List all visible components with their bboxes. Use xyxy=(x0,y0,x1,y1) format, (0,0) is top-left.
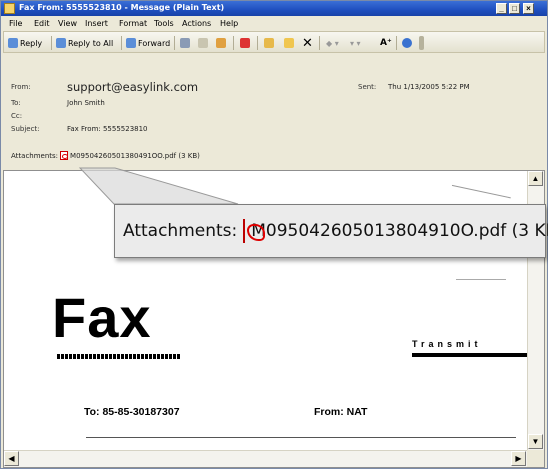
toolbar-options-icon xyxy=(419,36,424,50)
from-value[interactable]: support@easylink.com xyxy=(67,80,198,94)
callout-attachments-label: Attachments: xyxy=(123,221,238,241)
move-button[interactable] xyxy=(216,36,226,50)
folder-icon xyxy=(264,38,274,48)
scroll-left-button[interactable]: ◀ xyxy=(4,451,19,466)
toolbar-separator xyxy=(319,36,320,50)
toolbar-separator xyxy=(51,36,52,50)
pdf-icon xyxy=(243,219,266,243)
subject-value: Fax From: 5555523810 xyxy=(67,125,148,133)
delete-icon: ✕ xyxy=(302,35,313,51)
message-header: From: support@easylink.com Sent: Thu 1/1… xyxy=(3,54,545,170)
print-button[interactable] xyxy=(180,36,190,50)
next-button[interactable]: ▾ ▾ xyxy=(350,36,361,50)
horizontal-scrollbar[interactable]: ◀ ▶ xyxy=(4,450,527,467)
sent-value: Thu 1/13/2005 5:22 PM xyxy=(388,83,470,91)
resize-grip[interactable] xyxy=(527,450,544,467)
help-icon xyxy=(402,38,412,48)
forward-button[interactable]: Forward xyxy=(126,36,170,50)
forward-icon xyxy=(126,38,136,48)
cc-label: Cc: xyxy=(11,112,23,120)
toolbar-separator xyxy=(121,36,122,50)
reply-all-label: Reply to All xyxy=(68,38,114,48)
envelope-icon xyxy=(4,3,15,14)
menu-insert[interactable]: Insert xyxy=(85,19,108,28)
from-label: From: xyxy=(11,83,31,91)
toolbar-separator xyxy=(396,36,397,50)
transmit-underline xyxy=(412,353,544,357)
font-size-icon: A⁺ xyxy=(380,38,392,48)
attachment-link[interactable]: M09504260501380491OO.pdf (3 KB) xyxy=(70,152,200,160)
attachment-zoom-callout: Attachments: M095042605013804910O.pdf (3… xyxy=(114,204,548,258)
title-bar[interactable]: Fax From: 5555523810 - Message (Plain Te… xyxy=(1,1,547,16)
to-value[interactable]: John Smith xyxy=(67,99,105,107)
transmit-heading: Transmit xyxy=(412,339,482,349)
reply-all-button[interactable]: Reply to All xyxy=(56,36,113,50)
flag-icon xyxy=(240,38,250,48)
scroll-right-button[interactable]: ▶ xyxy=(511,451,526,466)
fax-title-underline xyxy=(57,354,181,359)
categories-button[interactable] xyxy=(284,36,294,50)
divider-line xyxy=(86,437,516,438)
menu-edit[interactable]: Edit xyxy=(34,19,50,28)
scroll-up-button[interactable]: ▲ xyxy=(528,171,543,186)
reply-label: Reply xyxy=(20,38,43,48)
attachments-row: Attachments: M09504260501380491OO.pdf (3… xyxy=(11,151,200,160)
attachments-label: Attachments: xyxy=(11,151,59,160)
menu-format[interactable]: Format xyxy=(119,19,147,28)
font-size-button[interactable]: A⁺ xyxy=(380,36,392,50)
handwriting-mark xyxy=(456,279,506,280)
toolbar-separator xyxy=(257,36,258,50)
menu-bar: File Edit View Insert Format Tools Actio… xyxy=(1,17,547,30)
sent-label: Sent: xyxy=(358,83,377,91)
window-title: Fax From: 5555523810 - Message (Plain Te… xyxy=(19,3,225,12)
fax-title: Fax xyxy=(52,286,152,349)
categories-icon xyxy=(284,38,294,48)
subject-label: Subject: xyxy=(11,125,40,133)
copy-button[interactable] xyxy=(198,36,208,50)
toolbar-separator xyxy=(233,36,234,50)
menu-file[interactable]: File xyxy=(9,19,22,28)
toolbar-options-button[interactable] xyxy=(419,36,424,50)
up-arrow-icon: ◆ ▾ xyxy=(326,38,339,48)
callout-attachment-link[interactable]: M095042605013804910O.pdf (3 KB) xyxy=(251,221,548,241)
flag-button[interactable] xyxy=(240,36,250,50)
minimize-button[interactable]: _ xyxy=(496,3,507,14)
pdf-icon xyxy=(60,151,69,160)
menu-help[interactable]: Help xyxy=(220,19,238,28)
menu-tools[interactable]: Tools xyxy=(154,19,174,28)
menu-actions[interactable]: Actions xyxy=(182,19,211,28)
fax-to-line: To: 85-85-30187307 xyxy=(84,406,180,418)
printer-icon xyxy=(180,38,190,48)
to-label: To: xyxy=(11,99,21,107)
reply-all-icon xyxy=(56,38,66,48)
toolbar-separator xyxy=(174,36,175,50)
reply-icon xyxy=(8,38,18,48)
menu-view[interactable]: View xyxy=(58,19,77,28)
maximize-button[interactable]: □ xyxy=(509,3,520,14)
scroll-down-button[interactable]: ▼ xyxy=(528,434,543,449)
folder-button[interactable] xyxy=(264,36,274,50)
down-arrow-icon: ▾ ▾ xyxy=(350,38,361,48)
move-to-folder-icon xyxy=(216,38,226,48)
forward-label: Forward xyxy=(138,38,171,48)
reply-button[interactable]: Reply xyxy=(8,36,42,50)
copy-icon xyxy=(198,38,208,48)
delete-button[interactable]: ✕ xyxy=(302,35,313,51)
previous-button[interactable]: ◆ ▾ xyxy=(326,36,339,50)
help-button[interactable] xyxy=(402,36,412,50)
close-button[interactable]: × xyxy=(523,3,534,14)
fax-from-line: From: NAT xyxy=(314,406,368,418)
toolbar: Reply Reply to All Forward ✕ ◆ ▾ ▾ ▾ A⁺ xyxy=(3,31,545,53)
